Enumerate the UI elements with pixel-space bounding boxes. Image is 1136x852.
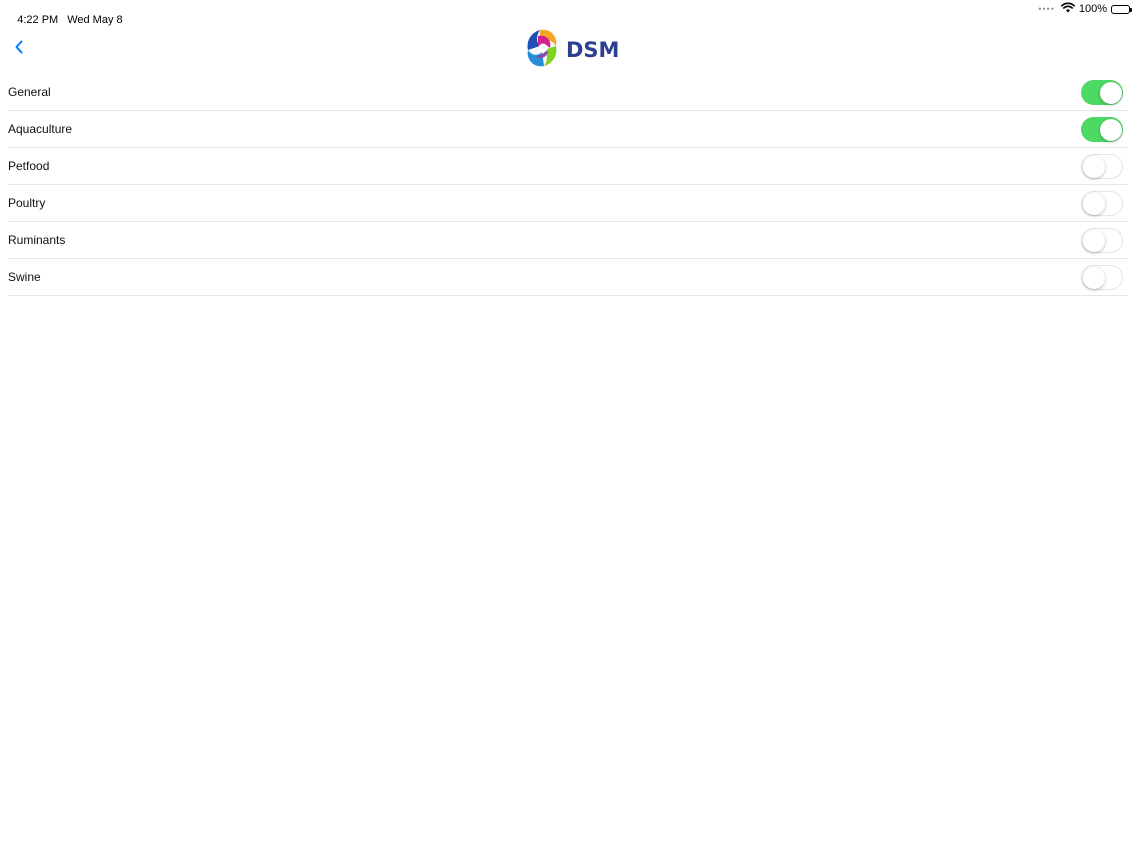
list-item: General bbox=[8, 74, 1128, 111]
navigation-bar: DSM bbox=[0, 24, 1136, 76]
status-bar: 4:22 PM Wed May 8 •••• 100% bbox=[0, 0, 1136, 26]
toggle-switch[interactable] bbox=[1081, 117, 1123, 142]
toggle-knob bbox=[1082, 192, 1105, 215]
logo-text: DSM bbox=[566, 38, 620, 62]
list-item-label: Poultry bbox=[8, 196, 46, 210]
wifi-icon bbox=[1060, 2, 1075, 16]
toggle-knob bbox=[1099, 118, 1122, 141]
toggle-switch[interactable] bbox=[1081, 191, 1123, 216]
settings-list: General Aquaculture Petfood Poultry Rumi… bbox=[0, 74, 1136, 296]
list-item: Aquaculture bbox=[8, 111, 1128, 148]
toggle-switch[interactable] bbox=[1081, 80, 1123, 105]
battery-icon bbox=[1111, 4, 1132, 14]
toggle-knob bbox=[1082, 229, 1105, 252]
toggle-knob bbox=[1082, 266, 1105, 289]
cellular-signal-icon: •••• bbox=[1038, 4, 1055, 14]
list-item-label: Aquaculture bbox=[8, 122, 73, 136]
toggle-switch[interactable] bbox=[1081, 228, 1123, 253]
status-right: •••• 100% bbox=[1038, 2, 1132, 16]
chevron-left-icon bbox=[14, 40, 24, 59]
dsm-logo-icon bbox=[522, 26, 564, 75]
toggle-knob bbox=[1099, 81, 1122, 104]
list-item: Poultry bbox=[8, 185, 1128, 222]
list-item-label: Ruminants bbox=[8, 233, 66, 247]
list-item-label: Swine bbox=[8, 270, 41, 284]
back-button[interactable] bbox=[8, 36, 30, 62]
list-item: Petfood bbox=[8, 148, 1128, 185]
list-item-label: General bbox=[8, 85, 51, 99]
battery-percent: 100% bbox=[1078, 3, 1107, 15]
toggle-knob bbox=[1082, 155, 1105, 178]
list-item: Ruminants bbox=[8, 222, 1128, 259]
list-item: Swine bbox=[8, 259, 1128, 296]
dsm-logo: DSM bbox=[522, 28, 619, 72]
toggle-switch[interactable] bbox=[1081, 265, 1123, 290]
list-item-label: Petfood bbox=[8, 159, 50, 173]
toggle-switch[interactable] bbox=[1081, 154, 1123, 179]
